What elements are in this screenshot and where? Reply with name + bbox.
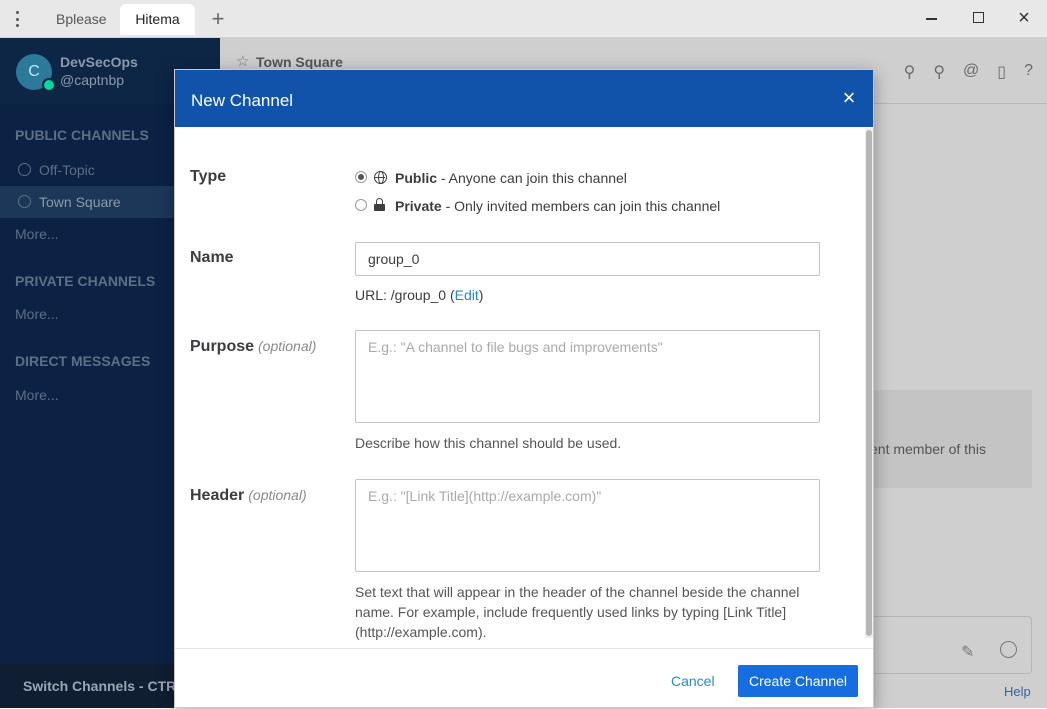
minimize-window-button[interactable] <box>918 6 946 32</box>
modal-header: New Channel × <box>175 70 873 127</box>
new-channel-modal: New Channel × Type Public - Anyone can j… <box>174 69 874 708</box>
new-tab-button[interactable]: + <box>206 8 230 32</box>
private-option-label[interactable]: Private - Only invited members can join … <box>395 198 720 214</box>
modal-scrollbar-thumb[interactable] <box>866 130 872 636</box>
public-radio[interactable] <box>355 171 367 183</box>
purpose-label-text: Purpose <box>190 338 255 355</box>
public-option-label[interactable]: Public - Anyone can join this channel <box>395 170 627 186</box>
header-label: Header (optional) <box>190 487 307 505</box>
cancel-button[interactable]: Cancel <box>671 673 715 689</box>
modal-body: Type Public - Anyone can join this chann… <box>175 127 873 648</box>
type-label: Type <box>190 168 227 185</box>
header-label-text: Header <box>190 487 245 504</box>
url-prefix: URL: /group_0 ( <box>355 287 455 303</box>
url-edit-link[interactable]: Edit <box>455 287 479 303</box>
lock-icon <box>374 198 385 214</box>
public-option-desc: - Anyone can join this channel <box>437 170 627 186</box>
browser-tab-hitema[interactable]: Hitema <box>120 4 195 35</box>
modal-title: New Channel <box>191 91 294 110</box>
channel-name-input[interactable] <box>355 242 820 276</box>
public-option-title: Public <box>395 170 438 186</box>
header-optional: (optional) <box>248 487 307 503</box>
close-icon[interactable]: × <box>839 87 859 109</box>
private-option-title: Private <box>395 198 442 214</box>
purpose-textarea[interactable] <box>355 330 820 423</box>
close-window-button[interactable]: × <box>1010 6 1038 32</box>
private-radio[interactable] <box>355 199 367 211</box>
purpose-help-text: Describe how this channel should be used… <box>355 435 622 451</box>
purpose-optional: (optional) <box>258 338 317 354</box>
create-channel-button[interactable]: Create Channel <box>738 665 858 697</box>
browser-titlebar: Bplease Hitema + × <box>0 0 1047 38</box>
name-label: Name <box>190 249 234 266</box>
browser-menu-icon[interactable] <box>10 9 24 29</box>
header-help-text: Set text that will appear in the header … <box>355 584 800 640</box>
private-option-desc: - Only invited members can join this cha… <box>441 198 721 214</box>
url-line: URL: /group_0 (Edit) <box>355 287 483 303</box>
globe-icon <box>374 171 387 187</box>
url-suffix: ) <box>478 287 484 303</box>
browser-tab-bplease[interactable]: Bplease <box>42 4 120 35</box>
header-textarea[interactable] <box>355 479 820 572</box>
purpose-label: Purpose (optional) <box>190 338 316 356</box>
modal-footer: Cancel Create Channel <box>175 648 873 709</box>
maximize-window-button[interactable] <box>964 6 992 32</box>
